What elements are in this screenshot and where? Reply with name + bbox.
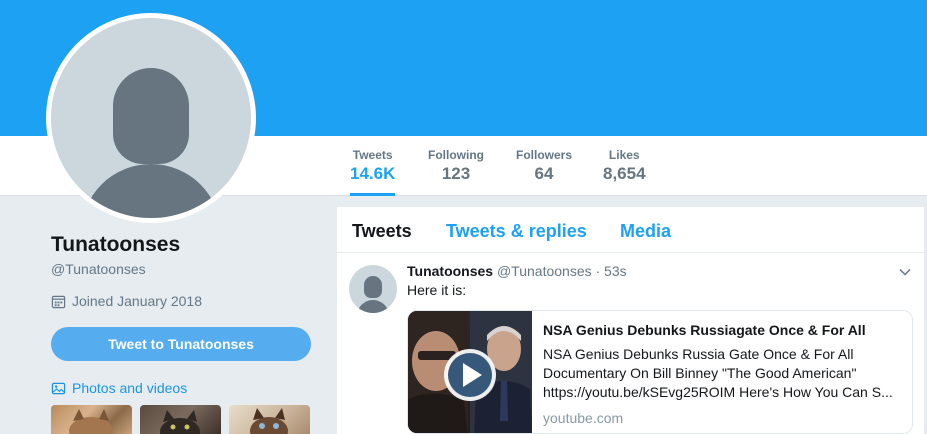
default-avatar-icon xyxy=(51,18,251,218)
stat-label: Likes xyxy=(608,148,640,162)
tweet-header: Tunatoonses @Tunatoonses · 53s xyxy=(407,263,627,279)
media-thumbnail[interactable] xyxy=(140,405,221,434)
media-thumbnail[interactable] xyxy=(51,405,132,434)
tweet-author-name[interactable]: Tunatoonses xyxy=(407,263,493,279)
profile-handle[interactable]: @Tunatoonses xyxy=(51,261,146,277)
tweet-text: Here it is: xyxy=(407,282,467,298)
photo-icon xyxy=(51,382,66,394)
tweet-timestamp[interactable]: · 53s xyxy=(596,263,627,279)
stat-following[interactable]: Following 123 xyxy=(428,148,484,186)
chevron-down-icon[interactable] xyxy=(898,265,912,279)
profile-avatar[interactable] xyxy=(46,13,256,223)
tweet-author-handle[interactable]: @Tunatoonses xyxy=(497,263,592,279)
card-thumbnail xyxy=(408,311,532,433)
tweet-avatar[interactable] xyxy=(349,265,397,313)
profile-name[interactable]: Tunatoonses xyxy=(51,233,180,257)
tab-media[interactable]: Media xyxy=(620,221,671,242)
tab-tweets[interactable]: Tweets xyxy=(352,221,412,242)
stat-likes[interactable]: Likes 8,654 xyxy=(603,148,646,186)
joined-text: Joined January 2018 xyxy=(72,293,202,309)
card-title: NSA Genius Debunks Russiagate Once & For… xyxy=(543,322,866,338)
stat-label: Tweets xyxy=(352,148,393,162)
card-description-line: Documentary On Bill Binney "The Good Ame… xyxy=(543,365,857,381)
card-description: NSA Genius Debunks Russia Gate Once & Fo… xyxy=(543,345,905,402)
stat-value: 8,654 xyxy=(603,164,646,183)
media-thumbnail[interactable] xyxy=(229,405,310,434)
stat-value: 64 xyxy=(534,164,554,183)
calendar-icon xyxy=(51,295,66,308)
photos-and-videos-link[interactable]: Photos and videos xyxy=(51,380,187,396)
card-body: NSA Genius Debunks Russiagate Once & For… xyxy=(543,320,905,426)
timeline-tabs: Tweets Tweets & replies Media xyxy=(337,207,924,253)
tweet-to-button[interactable]: Tweet to Tunatoonses xyxy=(51,327,311,361)
stat-value: 123 xyxy=(441,164,471,183)
link-card[interactable]: NSA Genius Debunks Russiagate Once & For… xyxy=(407,310,913,434)
tweet[interactable]: Tunatoonses @Tunatoonses · 53s Here it i… xyxy=(337,253,924,434)
photos-label: Photos and videos xyxy=(72,380,188,396)
stat-label: Following xyxy=(428,148,484,162)
joined-date: Joined January 2018 xyxy=(51,293,202,309)
card-domain: youtube.com xyxy=(543,410,624,426)
stat-tweets[interactable]: Tweets 14.6K xyxy=(350,148,396,196)
timeline: Tweets Tweets & replies Media Tunatoonse… xyxy=(337,207,924,434)
tab-tweets-and-replies[interactable]: Tweets & replies xyxy=(446,221,587,242)
stat-label: Followers xyxy=(516,148,573,162)
card-description-line: NSA Genius Debunks Russia Gate Once & Fo… xyxy=(543,346,854,362)
stat-followers[interactable]: Followers 64 xyxy=(516,148,572,186)
card-description-line: https://youtu.be/kSEvg25ROIM Here's How … xyxy=(543,384,893,400)
stat-value: 14.6K xyxy=(350,164,396,183)
